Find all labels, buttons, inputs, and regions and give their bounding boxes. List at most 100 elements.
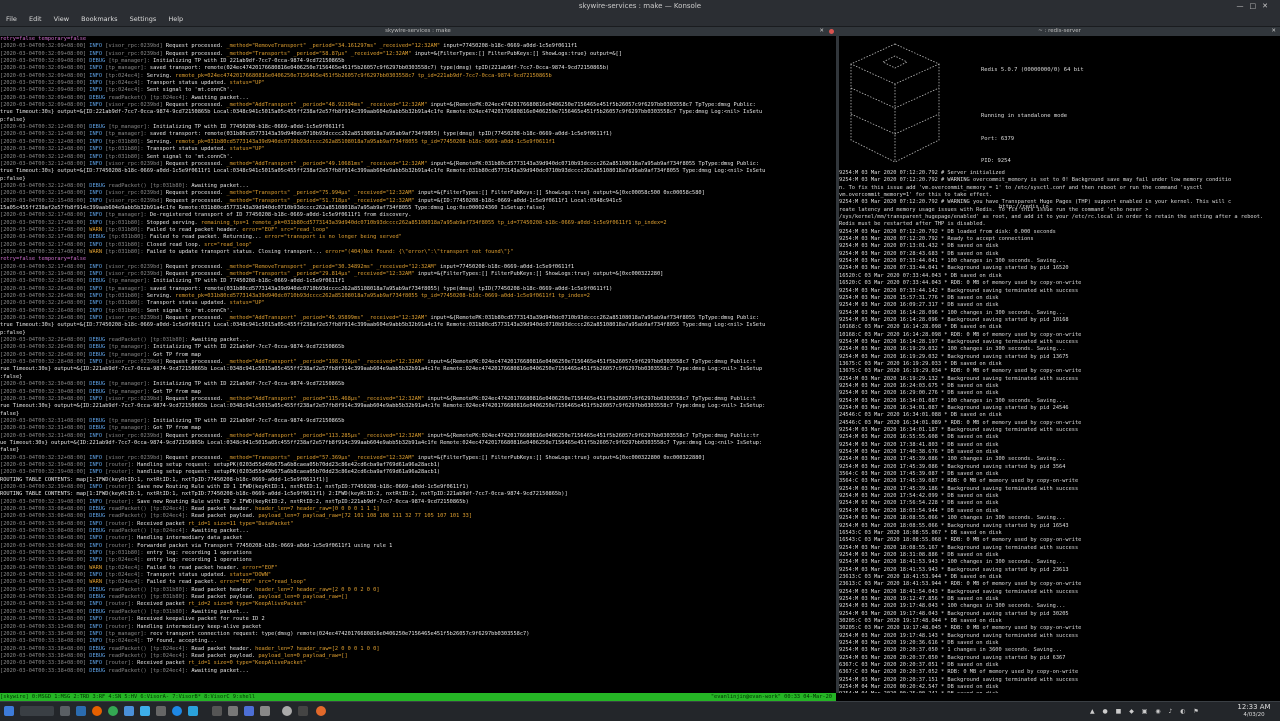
log-line: [2020-03-04T00:32:26+08:00] INFO [tp:031… <box>0 300 265 307</box>
redis-log-line: 9254:M 03 Mar 2020 07:13:01.432 * DB sav… <box>839 243 999 250</box>
redis-log-line: 10168:C 03 Mar 2020 16:14:28.098 * RDB: … <box>839 331 1082 338</box>
redis-log-line: 9254:M 03 Mar 2020 16:24:03.675 * DB sav… <box>839 382 999 389</box>
log-line: [2020-03-04T00:32:09+08:00] INFO [visor_… <box>0 43 578 50</box>
close-tab-icon[interactable]: ✕ <box>819 27 824 36</box>
app-icon-1[interactable] <box>156 706 166 716</box>
redis-log-line: 9254:M 03 Mar 2020 19:17:48.043 * 100 ch… <box>839 603 1066 610</box>
menu-bar: File Edit View Bookmarks Settings Help <box>0 12 1280 27</box>
log-line: [2020-03-04T00:33:13+08:00] INFO [router… <box>0 601 307 608</box>
window-title: skywire-services : make — Konsole <box>578 2 702 10</box>
window-controls[interactable]: —□✕ <box>1237 0 1275 12</box>
firefox-icon[interactable] <box>92 706 102 716</box>
close-icon[interactable]: ✕ <box>1262 2 1274 10</box>
window-titlebar[interactable]: skywire-services : make — Konsole —□✕ <box>0 0 1280 12</box>
log-line: [2020-03-04T00:33:13+08:00] INFO [router… <box>0 616 265 623</box>
system-clock[interactable]: 12:33 AM 4/03/20 <box>1234 703 1274 719</box>
menu-help[interactable]: Help <box>168 15 183 23</box>
log-line: [2020-03-04T00:32:26+08:00] INFO [visor_… <box>0 315 760 322</box>
redis-log-line: 23613:C 03 Mar 2020 18:41:53.944 * DB sa… <box>839 573 1002 580</box>
app-icon-7[interactable] <box>316 706 326 716</box>
log-line: [2020-03-04T00:32:09+08:00] INFO [visor_… <box>0 102 756 109</box>
log-line: [2020-03-04T00:32:39+08:00] INFO [router… <box>0 483 469 490</box>
log-line: rue Timeout:30s} output=&{ID:221ab9df-7c… <box>0 366 763 373</box>
app-icon-2[interactable] <box>172 706 182 716</box>
log-line: [2020-03-04T00:32:32+08:00] INFO [visor_… <box>0 454 705 461</box>
menu-bookmarks[interactable]: Bookmarks <box>81 15 117 23</box>
log-line: [2020-03-04T00:32:26+08:00] DEBUG [tp_ma… <box>0 278 345 285</box>
log-line: [2020-03-04T00:32:26+08:00] INFO [tp:031… <box>0 293 590 300</box>
log-line: [2020-03-04T00:33:13+08:00] DEBUG readPa… <box>0 608 249 615</box>
log-line: [2020-03-04T00:32:28+08:00] DEBUG [tp_ma… <box>0 344 345 351</box>
app-icon-4[interactable] <box>244 706 254 716</box>
vscode-icon[interactable] <box>140 706 150 716</box>
log-line: ue Timeout:30s} output=&{ID:221ab9df-7cc… <box>0 439 763 446</box>
redis-log-line: 9254:M 03 Mar 2020 17:56:54.228 * DB sav… <box>839 500 999 507</box>
redis-log-line: 9254:M 03 Mar 2020 19:17:48.143 * Backgr… <box>839 632 1079 639</box>
terminal-task-icon[interactable] <box>228 706 238 716</box>
log-line: [2020-03-04T00:32:17+08:00] DEBUG [tp:03… <box>0 234 402 241</box>
redis-log-line: 16520:C 03 Mar 2020 07:33:44.043 * RDB: … <box>839 280 1082 287</box>
clock-date: 4/03/20 <box>1243 712 1265 718</box>
telegram-icon[interactable] <box>188 706 198 716</box>
redis-log-line: 9254:M 03 Mar 2020 20:20:37.050 * 1 chan… <box>839 647 1063 654</box>
log-line: 15a05c455ff238af2e57fb8f914c399aab604e9a… <box>0 204 546 211</box>
log-line: [2020-03-04T00:32:12+08:00] INFO [tp_man… <box>0 131 613 138</box>
log-line: retry=false temporary=false <box>0 36 87 42</box>
konsole-icon[interactable] <box>124 706 134 716</box>
tab-right[interactable]: ~ : redis-server ✕ <box>839 27 1280 36</box>
redis-log-line: 9254:M 03 Mar 2020 07:28:43.683 * DB sav… <box>839 250 999 257</box>
tmux-window-list[interactable]: [skywire] 0:MSGD 1:MSG 2:TRD 3:RF 4:SN 5… <box>0 694 255 700</box>
redis-log-line: 9254:M 03 Mar 2020 16:14:28.197 * Backgr… <box>839 338 1079 345</box>
log-line: true Timeout:30s} output=&{ID:77450208-b… <box>0 168 766 175</box>
close-tab-right-icon[interactable]: ✕ <box>1271 27 1276 36</box>
redis-pid: PID: 9254 <box>981 158 1011 165</box>
log-line: [2020-03-04T00:32:09+08:00] INFO [tp:024… <box>0 80 265 87</box>
activity-indicator-icon <box>829 29 834 34</box>
right-terminal-pane[interactable]: Redis 5.0.7 (00000000/0) 64 bit Running … <box>839 36 1280 693</box>
menu-edit[interactable]: Edit <box>29 15 42 23</box>
app-icon-3[interactable] <box>212 706 222 716</box>
log-line: [2020-03-04T00:33:10+08:00] WARN [tp:024… <box>0 564 278 571</box>
minimize-icon[interactable]: — <box>1237 2 1250 10</box>
log-line: [2020-03-04T00:32:15+08:00] INFO [visor_… <box>0 197 622 204</box>
pager-icon[interactable] <box>20 706 54 716</box>
redis-log-line: 9254:M 03 Mar 2020 18:31:08.886 * DB sav… <box>839 551 999 558</box>
redis-log-line: 9254:M 03 Mar 2020 17:40:38.676 * DB sav… <box>839 449 999 456</box>
redis-log-line: 9254:M 03 Mar 2020 20:20:37.151 * Backgr… <box>839 676 1079 683</box>
redis-mode: Running in standalone mode <box>981 112 1068 119</box>
redis-log-line: 6367:C 03 Mar 2020 20:20:37.052 * RDB: 0… <box>839 669 1079 676</box>
menu-settings[interactable]: Settings <box>130 15 157 23</box>
log-line: [2020-03-04T00:32:09+08:00] INFO [tp_man… <box>0 65 610 72</box>
system-tray[interactable]: ▲ ● ■ ◆ ▣ ◉ ♪ ◐ ⚑ <box>1090 702 1230 721</box>
redis-url[interactable]: http://redis.io <box>981 204 1084 212</box>
tmux-status-bar: [skywire] 0:MSGD 1:MSG 2:TRD 3:RF 4:SN 5… <box>0 693 836 701</box>
log-line: [2020-03-04T00:32:12+08:00] INFO [visor_… <box>0 160 760 167</box>
redis-log-line: 16543:C 03 Mar 2020 18:08:55.067 * DB sa… <box>839 529 1002 536</box>
log-line: true Timeout:30s} output=&{ID:221ab9df-7… <box>0 109 763 116</box>
app-icon-5[interactable] <box>260 706 270 716</box>
redis-log-line: 9254:M 03 Mar 2020 17:45:39.086 * Backgr… <box>839 463 1066 470</box>
menu-file[interactable]: File <box>6 15 17 23</box>
folder-icon[interactable] <box>76 706 86 716</box>
github-icon[interactable] <box>282 706 292 716</box>
log-line: [2020-03-04T00:32:12+08:00] INFO [tp:031… <box>0 153 233 160</box>
log-line: [2020-03-04T00:33:38+08:00] DEBUG readPa… <box>0 652 348 659</box>
tab-left[interactable]: skywire-services : make ✕ <box>0 27 836 36</box>
file-manager-icon[interactable] <box>60 706 70 716</box>
tray-icons[interactable]: ▲ ● ■ ◆ ▣ ◉ ♪ ◐ ⚑ <box>1090 708 1202 715</box>
redis-log-line: 9254:M 03 Mar 2020 19:20:36.616 * DB sav… <box>839 640 999 646</box>
skywire-log-output: retry=false temporary=false [2020-03-04T0… <box>0 36 836 675</box>
redis-log-line: 9254:M 03 Mar 2020 19:17:48.043 * Backgr… <box>839 610 1069 617</box>
redis-log-line: 24546:C 03 Mar 2020 16:34:01.089 * RDB: … <box>839 419 1082 426</box>
app-launcher-icon[interactable] <box>4 706 14 716</box>
app-icon-6[interactable] <box>298 706 308 716</box>
log-line: ROUTING TABLE CONTENTS: map[1:IFWD(keyRt… <box>0 491 568 498</box>
redis-log-line: 9254:M 03 Mar 2020 18:08:55.167 * Backgr… <box>839 544 1079 551</box>
menu-view[interactable]: View <box>54 15 69 23</box>
log-line: [2020-03-04T00:32:26+08:00] INFO [tp:031… <box>0 307 233 314</box>
maximize-icon[interactable]: □ <box>1250 2 1263 10</box>
redis-log-line: 9254:M 03 Mar 2020 17:45:39.186 * Backgr… <box>839 485 1079 492</box>
left-terminal-pane[interactable]: retry=false temporary=false [2020-03-04T0… <box>0 36 836 693</box>
chrome-icon[interactable] <box>108 706 118 716</box>
tmux-host-clock: "evanlinjin@evan-work" 00:33 04-Mar-20 <box>710 694 832 700</box>
